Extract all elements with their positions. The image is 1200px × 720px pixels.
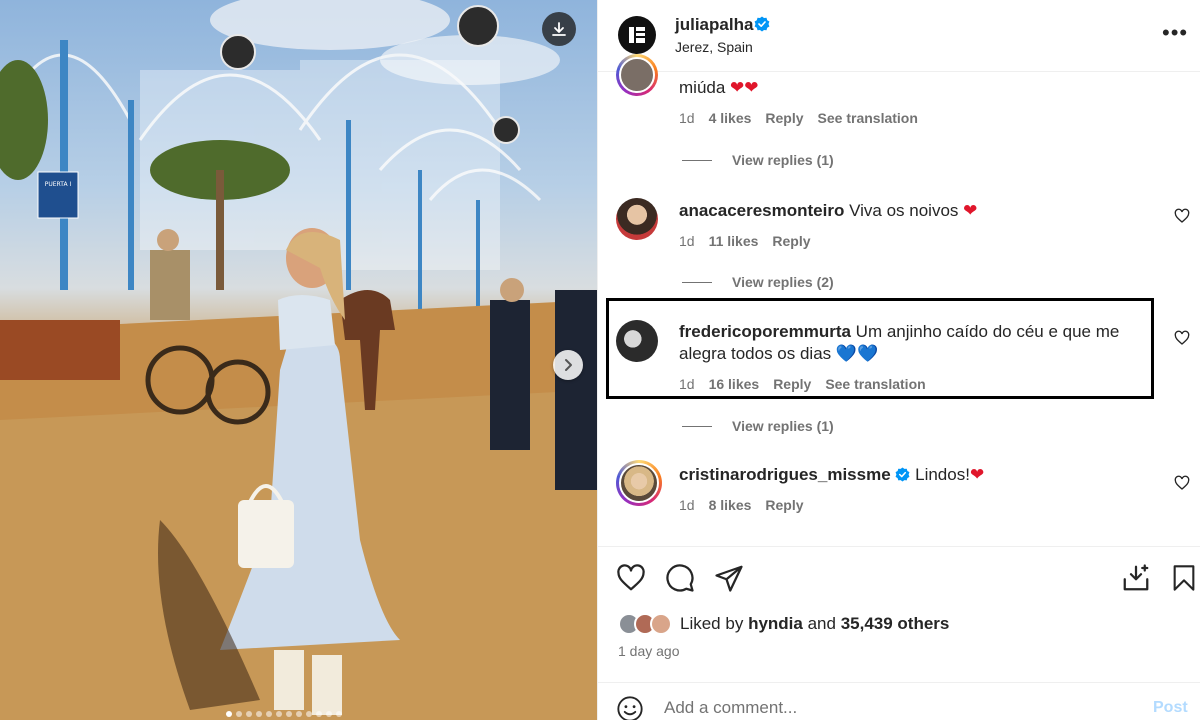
red-heart-emoji: ❤ [963, 201, 978, 220]
post-sidebar: juliapalha Jerez, Spain ••• miúda ❤❤ 1d … [597, 0, 1200, 720]
comment-meta: 1d 8 likes Reply [679, 497, 804, 513]
comment-time: 1d [679, 497, 695, 513]
carousel-dot [316, 711, 322, 717]
comment-time: 1d [679, 233, 695, 249]
carousel-dot [326, 711, 332, 717]
comment-input[interactable] [664, 695, 1124, 720]
like-comment-icon[interactable] [1174, 330, 1190, 346]
view-replies-button[interactable]: View replies (1) [682, 418, 834, 434]
like-comment-icon[interactable] [1174, 208, 1190, 224]
carousel-dot [336, 711, 342, 717]
bookmark-icon[interactable] [1170, 563, 1198, 593]
liker-avatar [650, 613, 672, 635]
commenter-username[interactable]: cristinarodrigues_missme [679, 465, 891, 484]
chevron-right-icon [565, 359, 572, 371]
author-username[interactable]: juliapalha [675, 15, 753, 35]
author-avatar[interactable] [618, 16, 656, 54]
comment-meta: 1d 4 likes Reply See translation [679, 110, 918, 126]
comment-meta: 1d 16 likes Reply See translation [679, 376, 926, 392]
commenter-avatar[interactable] [616, 460, 662, 506]
emoji-icon[interactable] [616, 695, 644, 720]
carousel-dots [226, 711, 342, 717]
reply-button[interactable]: Reply [772, 233, 810, 249]
view-replies-button[interactable]: View replies (1) [682, 152, 834, 168]
comment-time: 1d [679, 376, 695, 392]
post-photo[interactable]: PUERTA I [0, 0, 597, 720]
carousel-dot [306, 711, 312, 717]
fair-scene-image: PUERTA I [0, 0, 597, 720]
like-post-icon[interactable] [616, 563, 646, 593]
post-location[interactable]: Jerez, Spain [675, 39, 753, 55]
comment-likes[interactable]: 4 likes [709, 110, 752, 126]
share-icon[interactable] [714, 563, 744, 593]
comment-likes[interactable]: 11 likes [709, 233, 759, 249]
verified-badge-icon [895, 467, 910, 482]
carousel-dot [256, 711, 262, 717]
red-heart-emoji: ❤❤ [730, 78, 759, 97]
carousel-dot [296, 711, 302, 717]
carousel-dot [236, 711, 242, 717]
like-comment-icon[interactable] [1174, 475, 1190, 491]
liked-by-others[interactable]: 35,439 others [841, 614, 950, 634]
save-to-collection-icon[interactable] [1121, 563, 1151, 593]
post-header: juliapalha Jerez, Spain ••• [598, 0, 1200, 72]
comment-text: anacaceresmonteiro Viva os noivos ❤ [679, 201, 978, 220]
comment-meta: 1d 11 likes Reply [679, 233, 811, 249]
view-replies-button[interactable]: View replies (2) [682, 274, 834, 290]
verified-badge-icon [754, 16, 770, 32]
comment-likes[interactable]: 8 likes [709, 497, 752, 513]
liker-avatars [618, 613, 672, 635]
comment-text: miúda ❤❤ [679, 78, 759, 97]
carousel-dot [276, 711, 282, 717]
download-icon [552, 22, 566, 36]
post-comment-button[interactable]: Post [1153, 699, 1188, 717]
sign-title: PUERTA I [45, 181, 72, 188]
carousel-dot [226, 711, 232, 717]
commenter-username[interactable]: anacaceresmonteiro [679, 201, 844, 220]
divider-line [682, 425, 712, 427]
divider-line [682, 159, 712, 161]
reply-button[interactable]: Reply [773, 376, 811, 392]
commenter-avatar[interactable] [616, 54, 658, 96]
carousel-dot [286, 711, 292, 717]
carousel-dot [266, 711, 272, 717]
liked-by-and: and [807, 614, 836, 633]
divider-line [682, 281, 712, 283]
blue-heart-emoji: 💙💙 [835, 344, 879, 363]
red-heart-emoji: ❤ [969, 465, 985, 484]
more-options-icon[interactable]: ••• [1162, 22, 1188, 44]
reply-button[interactable]: Reply [765, 497, 803, 513]
add-comment-bar: Post [598, 682, 1200, 720]
comment-likes[interactable]: 16 likes [709, 376, 760, 392]
see-translation-button[interactable]: See translation [818, 110, 918, 126]
comment-text: fredericoporemmurta Um anjinho caído do … [679, 322, 1120, 363]
liked-by-user[interactable]: hyndia [748, 614, 803, 634]
logo-mark-icon [629, 27, 645, 43]
carousel-dot [246, 711, 252, 717]
see-translation-button[interactable]: See translation [825, 376, 925, 392]
commenter-avatar[interactable] [616, 320, 658, 362]
liked-by-summary: Liked by hyndia and 35,439 others [618, 613, 949, 635]
commenter-username[interactable]: fredericoporemmurta [679, 322, 851, 341]
commenter-avatar[interactable] [616, 198, 658, 240]
download-button[interactable] [542, 12, 576, 46]
next-photo-button[interactable] [553, 350, 583, 380]
comment-text: cristinarodrigues_missme Lindos!❤ [679, 465, 985, 484]
post-actions: Liked by hyndia and 35,439 others 1 day … [598, 546, 1200, 720]
reply-button[interactable]: Reply [765, 110, 803, 126]
comment-icon[interactable] [665, 563, 695, 593]
post-timestamp[interactable]: 1 day ago [618, 643, 680, 659]
liked-by-prefix: Liked by [680, 614, 744, 633]
comment-time: 1d [679, 110, 695, 126]
